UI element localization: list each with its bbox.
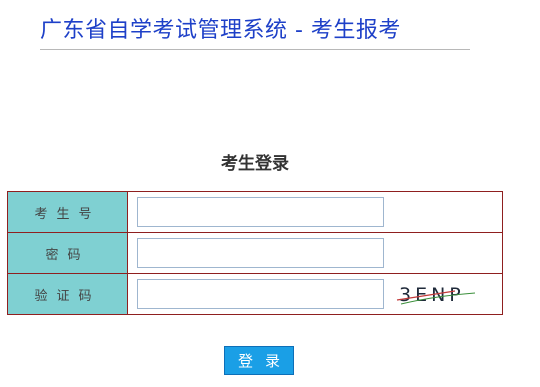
captcha-input[interactable] bbox=[137, 279, 384, 309]
captcha-label: 验证码 bbox=[7, 273, 128, 315]
candidate-number-input[interactable] bbox=[137, 197, 384, 227]
password-input[interactable] bbox=[137, 238, 384, 268]
title-divider bbox=[40, 49, 470, 50]
captcha-row: 验证码 3ENP bbox=[7, 273, 503, 315]
candidate-number-row: 考生号 bbox=[7, 191, 503, 233]
captcha-image[interactable]: 3ENP bbox=[395, 280, 481, 308]
login-button[interactable]: 登录 bbox=[224, 346, 294, 375]
candidate-number-label: 考生号 bbox=[7, 191, 128, 233]
password-label: 密码 bbox=[7, 232, 128, 274]
login-heading: 考生登录 bbox=[221, 154, 289, 174]
login-form-table: 考生号 密码 验证码 3ENP bbox=[7, 191, 503, 315]
page-title: 广东省自学考试管理系统 - 考生报考 bbox=[40, 18, 401, 43]
captcha-cell: 3ENP bbox=[127, 273, 503, 315]
password-row: 密码 bbox=[7, 232, 503, 274]
candidate-number-cell bbox=[127, 191, 503, 233]
password-cell bbox=[127, 232, 503, 274]
